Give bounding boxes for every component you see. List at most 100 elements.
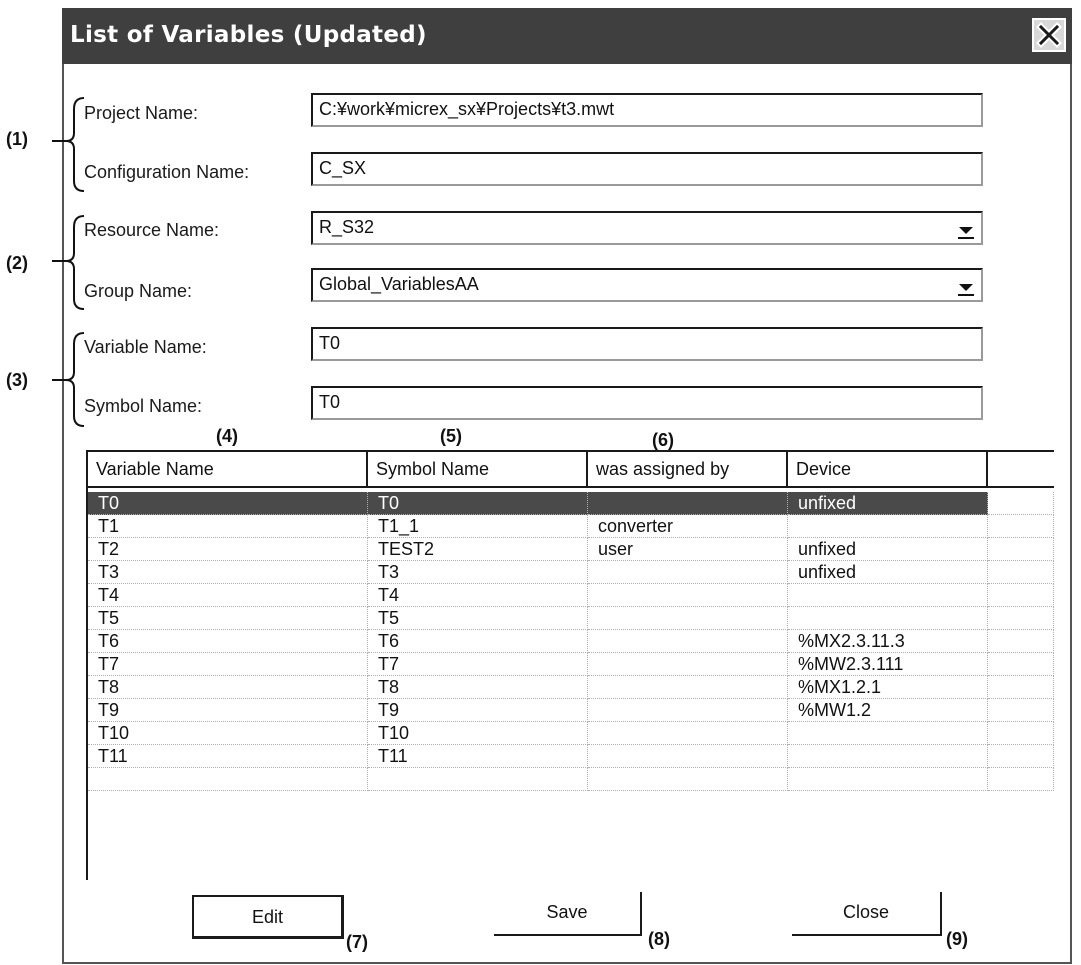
table-row[interactable]: T1 T1_1 converter xyxy=(88,515,1054,538)
filler-cell xyxy=(988,722,1054,745)
column-header-filler xyxy=(988,452,1054,488)
variable-name-field[interactable]: T0 xyxy=(311,327,983,361)
device-cell xyxy=(788,584,988,607)
assigned-by-cell xyxy=(588,630,788,653)
close-button[interactable]: Close xyxy=(792,892,942,936)
empty-cell xyxy=(88,768,368,791)
assigned-by-cell xyxy=(588,653,788,676)
resource-name-value: R_S32 xyxy=(319,217,375,237)
project-name-field[interactable]: C:¥work¥micrex_sx¥Projects¥t3.mwt xyxy=(311,93,983,127)
filler-cell xyxy=(988,699,1054,722)
table-row[interactable]: T9 T9 %MW1.2 xyxy=(88,699,1054,722)
device-cell xyxy=(788,607,988,630)
assigned-by-cell xyxy=(588,492,788,515)
variable-name-cell: T8 xyxy=(88,676,368,699)
variable-name-cell: T0 xyxy=(88,492,368,515)
assigned-by-cell xyxy=(588,561,788,584)
device-cell: %MW2.3.111 xyxy=(788,653,988,676)
variable-name-cell: T1 xyxy=(88,515,368,538)
group-name-dropdown[interactable]: Global_VariablesAA xyxy=(311,268,983,302)
configuration-name-label: Configuration Name: xyxy=(84,162,250,182)
device-cell xyxy=(788,722,988,745)
symbol-name-cell: T0 xyxy=(368,492,588,515)
symbol-name-field[interactable]: T0 xyxy=(311,386,983,420)
filler-cell xyxy=(988,584,1054,607)
resource-name-dropdown[interactable]: R_S32 xyxy=(311,211,983,245)
filler-cell xyxy=(988,607,1054,630)
table-row[interactable]: T7 T7 %MW2.3.111 xyxy=(88,653,1054,676)
variable-name-cell: T3 xyxy=(88,561,368,584)
filler-cell xyxy=(988,538,1054,561)
save-button[interactable]: Save xyxy=(494,892,642,936)
empty-cell xyxy=(588,768,788,791)
variable-name-cell: T5 xyxy=(88,607,368,630)
configuration-name-field[interactable]: C_SX xyxy=(311,152,983,186)
symbol-name-cell: T5 xyxy=(368,607,588,630)
callout-6: (6) xyxy=(652,430,674,450)
symbol-name-label: Symbol Name: xyxy=(84,396,203,416)
table-row[interactable]: T11 T11 xyxy=(88,745,1054,768)
variable-name-cell: T11 xyxy=(88,745,368,768)
assigned-by-cell xyxy=(588,676,788,699)
chevron-down-icon[interactable] xyxy=(955,217,977,241)
project-name-label: Project Name: xyxy=(84,103,199,123)
table-row[interactable]: T3 T3 unfixed xyxy=(88,561,1054,584)
column-header-symbol-name[interactable]: Symbol Name xyxy=(368,452,588,488)
device-cell: unfixed xyxy=(788,538,988,561)
table-row[interactable]: T4 T4 xyxy=(88,584,1054,607)
column-header-was-assigned-by[interactable]: was assigned by xyxy=(588,452,788,488)
symbol-name-cell: T10 xyxy=(368,722,588,745)
filler-cell xyxy=(988,630,1054,653)
assigned-by-cell xyxy=(588,584,788,607)
brace-3 xyxy=(52,332,85,427)
symbol-name-cell: TEST2 xyxy=(368,538,588,561)
resource-name-label: Resource Name: xyxy=(84,220,220,240)
variables-list[interactable]: Variable Name Symbol Name was assigned b… xyxy=(86,450,1054,880)
callout-3: (3) xyxy=(6,370,28,390)
filler-cell xyxy=(988,676,1054,699)
symbol-name-cell: T11 xyxy=(368,745,588,768)
device-cell: %MX1.2.1 xyxy=(788,676,988,699)
callout-7: (7) xyxy=(346,932,368,952)
table-row[interactable]: T8 T8 %MX1.2.1 xyxy=(88,676,1054,699)
table-row[interactable]: T5 T5 xyxy=(88,607,1054,630)
filler-cell xyxy=(988,561,1054,584)
symbol-name-cell: T9 xyxy=(368,699,588,722)
group-name-label: Group Name: xyxy=(84,281,193,301)
window-title: List of Variables (Updated) xyxy=(70,22,427,48)
assigned-by-cell xyxy=(588,722,788,745)
group-name-value: Global_VariablesAA xyxy=(319,274,479,294)
callout-9: (9) xyxy=(946,929,968,949)
empty-row xyxy=(88,768,1054,791)
callout-4: (4) xyxy=(216,426,238,446)
device-cell: %MW1.2 xyxy=(788,699,988,722)
variable-name-cell: T2 xyxy=(88,538,368,561)
variable-name-label: Variable Name: xyxy=(84,337,207,357)
device-cell xyxy=(788,515,988,538)
callout-5: (5) xyxy=(440,426,462,446)
table-row[interactable]: T6 T6 %MX2.3.11.3 xyxy=(88,630,1054,653)
edit-button[interactable]: Edit xyxy=(192,895,344,939)
assigned-by-cell xyxy=(588,745,788,768)
variable-name-cell: T10 xyxy=(88,722,368,745)
table-row[interactable]: T2 TEST2 user unfixed xyxy=(88,538,1054,561)
close-window-button[interactable] xyxy=(1032,18,1066,52)
variable-name-cell: T7 xyxy=(88,653,368,676)
callout-8: (8) xyxy=(648,929,670,949)
assigned-by-cell: user xyxy=(588,538,788,561)
filler-cell xyxy=(988,515,1054,538)
filler-cell xyxy=(988,745,1054,768)
assigned-by-cell xyxy=(588,607,788,630)
filler-cell xyxy=(988,653,1054,676)
title-bar[interactable]: List of Variables (Updated) xyxy=(62,8,1072,64)
chevron-down-icon[interactable] xyxy=(955,274,977,298)
column-header-variable-name[interactable]: Variable Name xyxy=(88,452,368,488)
column-header-device[interactable]: Device xyxy=(788,452,988,488)
symbol-name-cell: T6 xyxy=(368,630,588,653)
table-row[interactable]: T10 T10 xyxy=(88,722,1054,745)
table-row[interactable]: T0 T0 unfixed xyxy=(88,492,1054,515)
symbol-name-cell: T4 xyxy=(368,584,588,607)
assigned-by-cell: converter xyxy=(588,515,788,538)
empty-cell xyxy=(788,768,988,791)
device-cell: %MX2.3.11.3 xyxy=(788,630,988,653)
